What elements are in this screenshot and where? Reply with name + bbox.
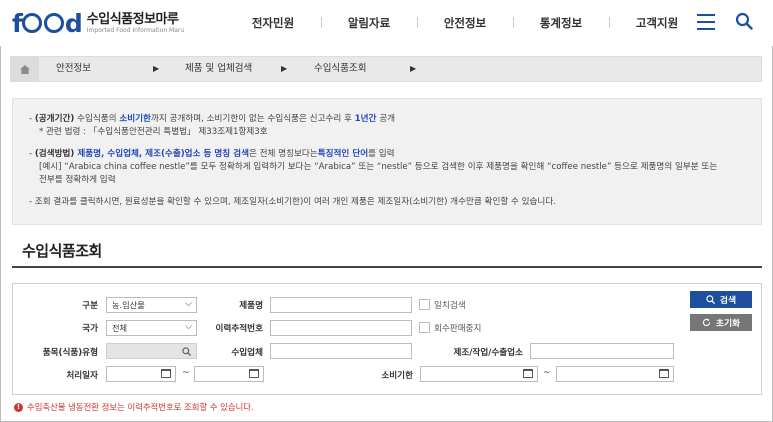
warning-message: ! 수입축산물 냉동전환 정보는 이력추적번호로 조회할 수 있습니다. [14,401,254,413]
food-type-label: 품목(식품)유형 [42,348,98,358]
reset-button-label: 초기화 [715,319,741,329]
manufacturer-input[interactable] [530,343,674,359]
expiry-range-tilde: ~ [543,368,551,378]
product-name-label: 제품명 [239,301,263,311]
manufacturer-label: 제조/작업/수출업소 [453,348,523,358]
search-button-label: 검색 [719,296,737,306]
chevron-right-icon: ▶ [153,64,160,73]
nav-item-statistics[interactable]: 통계정보 [513,15,609,31]
main-nav: 전자민원 알림자료 안전정보 통계정보 고객지원 [225,0,705,46]
expiry-date-to[interactable] [556,366,674,382]
search-icon[interactable] [735,12,753,30]
importer-label: 수입업체 [231,348,263,358]
product-name-input[interactable] [270,297,412,313]
site-header: fd 수입식품정보마루 Imported Food Information Ma… [0,0,773,46]
food-type-field[interactable] [106,343,197,359]
title-divider [12,266,762,268]
breadcrumb-level-3[interactable]: 수입식품조회 [314,57,366,81]
notice-line-result: - 조회 결과를 클릭하시면, 원료성분을 확인할 수 있으며, 제조일자(소비… [29,197,556,207]
trace-number-label: 이력추적번호 [215,324,263,334]
nav-item-e-petition[interactable]: 전자민원 [225,15,321,31]
breadcrumb: 안전정보 ▶ 제품 및 업체검색 ▶ 수입식품조회 ▶ [10,56,762,82]
nav-item-notices[interactable]: 알림자료 [321,15,417,31]
recall-checkbox[interactable] [419,322,430,333]
logo-subtitle: Imported Food Information Maru [86,26,185,34]
search-icon [706,295,715,304]
category-select[interactable]: 농.임산물 [106,297,197,313]
menu-icon[interactable] [697,14,715,30]
process-date-to[interactable] [194,366,264,382]
trace-number-input[interactable] [270,320,412,336]
category-label: 구분 [82,301,98,311]
country-label: 국가 [82,324,98,334]
exact-match-checkbox[interactable] [419,299,430,310]
search-icon[interactable] [182,347,191,356]
recall-label[interactable]: 회수판매중지 [434,322,481,334]
logo-mark-icon: fd [12,8,83,38]
home-icon[interactable] [11,57,39,81]
alert-icon: ! [14,402,23,412]
calendar-icon[interactable] [659,369,669,378]
expiry-label: 소비기한 [381,371,413,381]
expiry-date-from[interactable] [420,366,538,382]
search-form: 구분 농.임산물 국가 전체 품목(식품)유형 처리일자 ~ 제품명 일치검색 … [12,283,762,395]
exact-match-label[interactable]: 일치검색 [434,299,466,311]
notice-line-law: * 관련 법령 : 「수입식품안전관리 특별법」 제33조제1항제3호 [39,127,268,137]
nav-item-customer-support[interactable]: 고객지원 [609,15,705,31]
chevron-right-icon: ▶ [281,64,288,73]
notice-box: - (공개기간) 수입식품의 소비기한까지 공개하며, 소비기한이 없는 수입식… [12,98,762,225]
country-select[interactable]: 전체 [106,320,197,336]
process-date-from[interactable] [106,366,176,382]
chevron-right-icon: ▶ [410,64,417,73]
reset-button[interactable]: 초기화 [690,314,752,331]
page-title: 수입식품조회 [22,242,102,260]
calendar-icon[interactable] [161,369,171,378]
refresh-icon [702,318,711,327]
date-range-tilde: ~ [182,368,190,378]
breadcrumb-level-2[interactable]: 제품 및 업체검색 [185,57,252,81]
calendar-icon[interactable] [523,369,533,378]
notice-line-example: [예시] “Arabica china coffee nestle”를 모두 정… [39,162,718,172]
process-date-label: 처리일자 [66,371,98,381]
search-button[interactable]: 검색 [690,291,752,308]
notice-line-example-cont: 전부를 정확하게 입력 [39,175,116,185]
calendar-icon[interactable] [249,369,259,378]
warning-text: 수입축산물 냉동전환 정보는 이력추적번호로 조회할 수 있습니다. [27,402,254,412]
importer-input[interactable] [270,343,412,359]
breadcrumb-level-1[interactable]: 안전정보 [56,57,91,81]
site-logo[interactable]: fd 수입식품정보마루 Imported Food Information Ma… [12,8,184,38]
nav-item-safety-info[interactable]: 안전정보 [417,15,513,31]
notice-line-method: - (검색방법) 제품명, 수입업체, 제조(수출)업소 등 명칭 검색은 전체… [29,149,395,159]
notice-line-period: - (공개기간) 수입식품의 소비기한까지 공개하며, 소비기한이 없는 수입식… [29,114,396,124]
logo-title: 수입식품정보마루 [86,11,179,27]
